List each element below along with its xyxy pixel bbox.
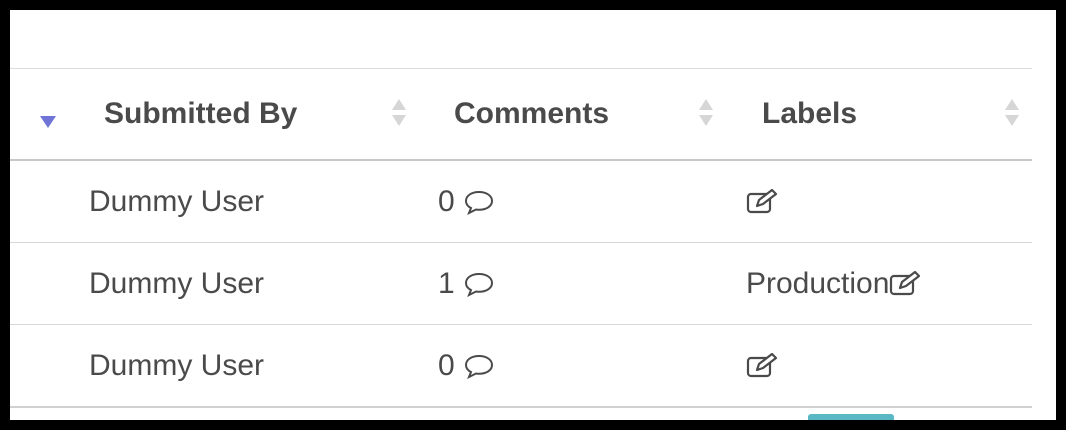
edit-icon[interactable]	[889, 270, 923, 298]
labels-cell	[746, 161, 780, 242]
sort-both-icon[interactable]	[1005, 99, 1019, 133]
column-label: Labels	[762, 97, 858, 130]
table-row[interactable]: Dummy User 0	[10, 161, 1032, 243]
submitted-by-cell: Dummy User	[89, 266, 265, 300]
partial-button[interactable]	[808, 414, 894, 420]
table-bottom-border	[10, 406, 1032, 408]
edit-icon[interactable]	[746, 188, 780, 216]
sort-both-icon[interactable]	[392, 99, 406, 133]
labels-cell	[746, 325, 780, 406]
comment-count: 1	[438, 266, 455, 300]
comment-count: 0	[438, 348, 455, 382]
comment-bubble-icon[interactable]	[463, 189, 495, 215]
column-label: Comments	[454, 97, 610, 130]
comments-cell[interactable]: 0	[438, 325, 495, 406]
table-header: Submitted By Comments Labels	[10, 68, 1032, 161]
sort-both-icon[interactable]	[699, 99, 713, 133]
comment-bubble-icon[interactable]	[463, 271, 495, 297]
edit-icon[interactable]	[746, 352, 780, 380]
column-label: Submitted By	[104, 97, 298, 130]
submitted-by-cell: Dummy User	[89, 184, 265, 218]
label-text[interactable]: Production	[746, 267, 889, 301]
column-header-comments[interactable]: Comments	[454, 69, 609, 159]
comment-count: 0	[438, 184, 455, 218]
table-row[interactable]: Dummy User 1 Production	[10, 243, 1032, 325]
submitted-by-cell: Dummy User	[89, 348, 265, 382]
issues-table: Submitted By Comments Labels Dummy User …	[10, 10, 1056, 420]
comments-cell[interactable]: 1	[438, 243, 495, 324]
table-row[interactable]: Dummy User 0	[10, 325, 1032, 407]
labels-cell: Production	[746, 243, 923, 324]
comment-bubble-icon[interactable]	[463, 353, 495, 379]
column-header-labels[interactable]: Labels	[762, 69, 857, 159]
column-header-submitted-by[interactable]: Submitted By	[104, 69, 297, 159]
comments-cell[interactable]: 0	[438, 161, 495, 242]
